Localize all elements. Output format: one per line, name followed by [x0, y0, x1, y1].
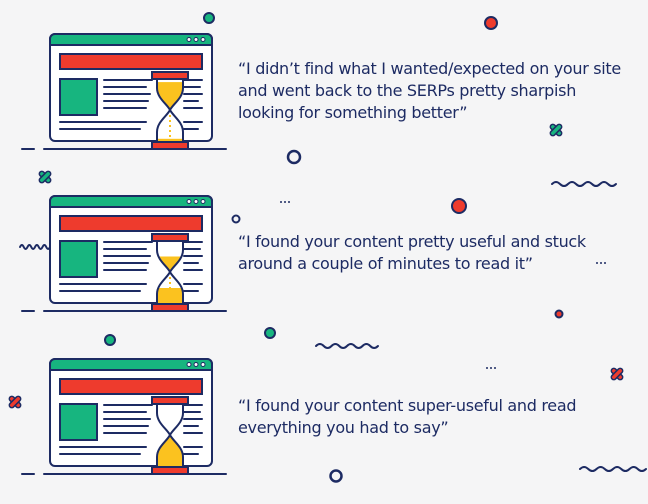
- circle-decoration: [203, 12, 215, 24]
- window-control-dot: [186, 37, 192, 42]
- quote-line: around a couple of minutes to read it”: [238, 254, 533, 273]
- quote-line: “I didn’t find what I wanted/expected on…: [238, 59, 621, 78]
- browser-window-icon: [49, 358, 213, 467]
- page-header-block: [59, 53, 203, 70]
- squiggle-decoration: [579, 466, 647, 472]
- circle-decoration: [329, 469, 343, 483]
- hourglass-bottom-cap: [151, 303, 189, 312]
- scenario-panel: [21, 33, 227, 150]
- page-image-block: [59, 403, 98, 441]
- circle-decoration: [231, 214, 241, 224]
- circle-decoration: [286, 149, 302, 165]
- window-control-dot: [200, 362, 206, 367]
- page-image-block: [59, 240, 98, 278]
- circle-decoration: [451, 198, 467, 214]
- quote-line: everything you had to say”: [238, 418, 449, 437]
- page-header-block: [59, 378, 203, 395]
- hourglass-top-cap: [151, 233, 189, 242]
- window-control-dot: [186, 199, 192, 204]
- scenario-panels: [21, 33, 227, 475]
- browser-window-icon: [49, 195, 213, 304]
- page-image-block: [59, 78, 98, 116]
- cross-decoration: [38, 170, 52, 184]
- squiggle-decoration: [315, 343, 379, 349]
- ellipsis-decoration: [280, 201, 290, 203]
- window-control-dot: [200, 199, 206, 204]
- quote-line: and went back to the SERPs pretty sharpi…: [238, 81, 577, 100]
- cross-decoration: [8, 395, 22, 409]
- scenario-panel: [21, 195, 227, 312]
- window-control-dot: [193, 199, 199, 204]
- circle-decoration: [104, 334, 116, 346]
- window-control-dot: [193, 362, 199, 367]
- quote-abandoned: “I didn’t find what I wanted/expected on…: [238, 58, 621, 124]
- quote-full-read: “I found your content super-useful and r…: [238, 395, 577, 439]
- quote-line: “I found your content super-useful and r…: [238, 396, 577, 415]
- quote-line: looking for something better”: [238, 103, 468, 122]
- hourglass-top-cap: [151, 396, 189, 405]
- ellipsis-decoration: [596, 262, 606, 264]
- circle-decoration: [554, 309, 564, 319]
- cross-decoration: [610, 367, 624, 381]
- squiggle-decoration: [19, 244, 51, 250]
- window-control-dot: [186, 362, 192, 367]
- circle-decoration: [264, 327, 276, 339]
- window-control-dot: [200, 37, 206, 42]
- page-header-block: [59, 215, 203, 232]
- hourglass-top-cap: [151, 71, 189, 80]
- quote-partial-read: “I found your content pretty useful and …: [238, 231, 586, 275]
- hourglass-bottom-cap: [151, 466, 189, 475]
- squiggle-decoration: [551, 181, 617, 187]
- hourglass-bottom-cap: [151, 141, 189, 150]
- scenario-panel: [21, 358, 227, 475]
- circle-decoration: [484, 16, 498, 30]
- quote-line: “I found your content pretty useful and …: [238, 232, 586, 251]
- window-control-dot: [193, 37, 199, 42]
- browser-window-icon: [49, 33, 213, 142]
- ellipsis-decoration: [486, 367, 496, 369]
